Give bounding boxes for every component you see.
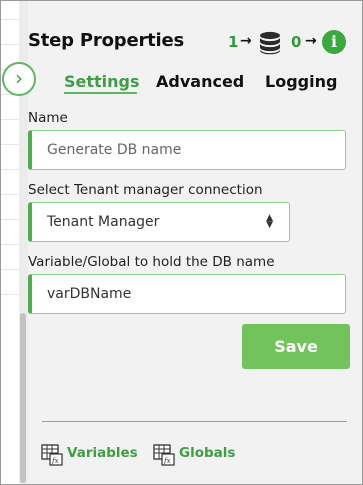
tab-advanced[interactable]: Advanced: [156, 72, 244, 91]
variable-field[interactable]: varDBName: [28, 274, 346, 314]
save-button[interactable]: Save: [242, 324, 350, 369]
connection-select-value: Tenant Manager: [47, 214, 160, 230]
tab-logging[interactable]: Logging: [265, 72, 337, 91]
name-label: Name: [28, 110, 68, 126]
globals-fx-icon: fx: [153, 444, 175, 466]
svg-text:fx: fx: [163, 457, 171, 465]
incoming-count: 1: [228, 33, 239, 51]
info-icon[interactable]: i: [322, 30, 346, 54]
chevron-right-icon: ›: [15, 66, 23, 90]
svg-text:fx: fx: [51, 457, 59, 465]
database-icon[interactable]: [259, 31, 281, 55]
tab-settings-underline: [64, 92, 137, 94]
outgoing-count: 0: [291, 33, 302, 51]
variable-field-value: varDBName: [47, 286, 132, 302]
scrollbar-thumb[interactable]: [20, 313, 26, 483]
globals-label: Globals: [179, 445, 236, 461]
collapse-panel-button[interactable]: ›: [2, 62, 36, 96]
footer-divider: [42, 421, 347, 422]
connection-label: Select Tenant manager connection: [28, 182, 263, 198]
incoming-arrow: →: [240, 33, 252, 49]
outgoing-arrow: →: [305, 33, 317, 49]
variables-label: Variables: [67, 445, 138, 461]
connection-select[interactable]: Tenant Manager ▲ ▼: [28, 202, 290, 242]
name-field-value: Generate DB name: [47, 142, 182, 158]
panel-title: Step Properties: [28, 30, 185, 51]
select-caret-icon: ▲ ▼: [266, 213, 273, 230]
tab-settings[interactable]: Settings: [64, 72, 140, 91]
variable-label: Variable/Global to hold the DB name: [28, 254, 275, 270]
variables-fx-icon: fx: [41, 444, 63, 466]
name-field[interactable]: Generate DB name: [28, 130, 346, 170]
